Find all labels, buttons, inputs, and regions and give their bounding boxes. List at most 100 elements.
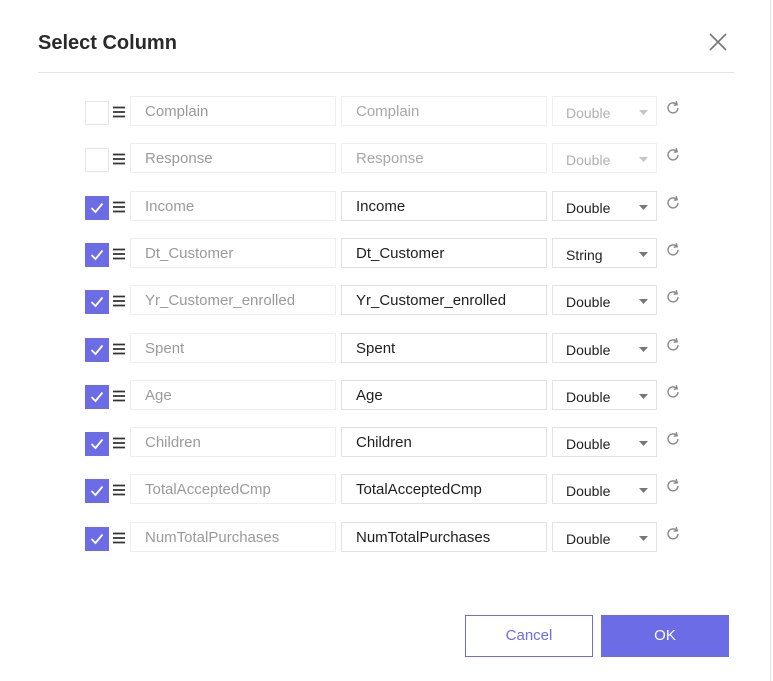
row-checkbox[interactable] xyxy=(85,432,109,457)
column-type-value: Double xyxy=(566,436,611,453)
column-type-select[interactable]: Double xyxy=(552,143,657,174)
checkmark-icon xyxy=(90,297,104,308)
chevron-down-icon xyxy=(639,441,648,447)
reset-icon[interactable] xyxy=(665,384,681,400)
chevron-down-icon xyxy=(639,299,648,305)
column-row: Age Age Double xyxy=(85,379,695,416)
column-type-select[interactable]: Double xyxy=(552,332,657,363)
column-type-value: Double xyxy=(566,483,611,500)
chevron-down-icon xyxy=(639,488,648,494)
reset-icon[interactable] xyxy=(665,100,681,116)
target-column-name-input[interactable]: Yr_Customer_enrolled xyxy=(341,285,547,316)
reset-icon[interactable] xyxy=(665,526,681,542)
checkmark-icon xyxy=(90,391,104,403)
column-type-value: Double xyxy=(566,530,611,547)
column-type-select[interactable]: Double xyxy=(552,96,657,126)
checkmark-icon xyxy=(90,202,104,213)
reset-icon[interactable] xyxy=(665,289,681,305)
row-checkbox[interactable] xyxy=(85,101,109,125)
column-type-select[interactable]: Double xyxy=(552,474,657,505)
drag-handle-icon[interactable] xyxy=(113,436,125,450)
column-type-select[interactable]: Double xyxy=(552,190,657,221)
ok-button[interactable]: OK xyxy=(601,615,729,657)
column-row: Income Income Double xyxy=(85,190,695,227)
drag-handle-icon[interactable] xyxy=(113,200,125,214)
row-checkbox[interactable] xyxy=(85,290,109,315)
column-type-select[interactable]: Double xyxy=(552,521,657,552)
source-column-name: Response xyxy=(130,143,336,174)
drag-handle-icon[interactable] xyxy=(113,247,125,261)
column-row: Children Children Double xyxy=(85,427,695,463)
chevron-down-icon xyxy=(639,204,648,210)
row-checkbox[interactable] xyxy=(85,479,109,504)
drag-handle-icon[interactable] xyxy=(113,531,125,545)
row-checkbox[interactable] xyxy=(85,195,109,220)
column-type-value: String xyxy=(566,246,603,263)
drag-handle-icon[interactable] xyxy=(113,294,125,308)
source-column-name: Income xyxy=(130,190,336,221)
column-type-value: Double xyxy=(566,341,611,358)
reset-icon[interactable] xyxy=(665,478,681,494)
row-checkbox[interactable] xyxy=(85,384,109,409)
reset-icon[interactable] xyxy=(665,147,681,163)
column-type-select[interactable]: String xyxy=(552,237,657,268)
target-column-name-input[interactable]: NumTotalPurchases xyxy=(341,521,547,552)
column-row: TotalAcceptedCmp TotalAcceptedCmp Double xyxy=(85,474,695,510)
source-column-name: Dt_Customer xyxy=(130,237,336,268)
target-column-name-input[interactable]: Children xyxy=(341,427,547,458)
chevron-down-icon xyxy=(639,346,648,352)
column-row: Yr_Customer_enrolled Yr_Customer_enrolled… xyxy=(85,285,695,321)
chevron-down-icon xyxy=(639,393,648,399)
drag-handle-icon[interactable] xyxy=(113,342,125,356)
reset-icon[interactable] xyxy=(665,431,681,447)
source-column-name: NumTotalPurchases xyxy=(130,521,336,552)
checkmark-icon xyxy=(90,344,104,355)
select-column-dialog: Select Column Complain Complain Double Resp… xyxy=(0,0,771,681)
column-type-select[interactable]: Double xyxy=(552,379,657,410)
column-type-value: Double xyxy=(566,199,611,216)
checkmark-icon xyxy=(90,439,104,450)
drag-handle-icon[interactable] xyxy=(113,389,125,403)
column-row: Response Response Double xyxy=(85,143,695,179)
target-column-name-input[interactable]: Age xyxy=(341,379,547,410)
row-checkbox[interactable] xyxy=(85,242,109,267)
target-column-name-input[interactable]: Response xyxy=(341,143,547,174)
reset-icon[interactable] xyxy=(665,195,681,211)
reset-icon[interactable] xyxy=(665,337,681,353)
target-column-name-input[interactable]: Spent xyxy=(341,332,547,363)
source-column-name: Age xyxy=(130,379,336,410)
source-column-name: Yr_Customer_enrolled xyxy=(130,285,336,316)
checkmark-icon xyxy=(90,533,104,545)
row-checkbox[interactable] xyxy=(85,337,109,362)
source-column-name: TotalAcceptedCmp xyxy=(130,474,336,505)
target-column-name-input[interactable]: Complain xyxy=(341,96,547,126)
column-type-value: Double xyxy=(566,388,611,405)
chevron-down-icon xyxy=(639,110,648,115)
target-column-name-input[interactable]: TotalAcceptedCmp xyxy=(341,474,547,505)
close-icon xyxy=(709,33,727,51)
column-row: Spent Spent Double xyxy=(85,332,695,369)
checkmark-icon xyxy=(90,249,104,261)
row-checkbox[interactable] xyxy=(85,526,109,551)
reset-icon[interactable] xyxy=(665,242,681,258)
checkmark-icon xyxy=(90,486,104,497)
target-column-name-input[interactable]: Dt_Customer xyxy=(341,237,547,268)
row-checkbox[interactable] xyxy=(85,148,109,173)
dialog-header: Select Column xyxy=(38,30,732,58)
column-row: NumTotalPurchases NumTotalPurchases Double xyxy=(85,521,695,558)
column-type-value: Double xyxy=(566,294,611,311)
column-type-select[interactable]: Double xyxy=(552,427,657,458)
column-type-value: Double xyxy=(566,152,611,169)
dialog-title: Select Column xyxy=(38,32,177,54)
target-column-name-input[interactable]: Income xyxy=(341,190,547,221)
cancel-button[interactable]: Cancel xyxy=(465,615,593,657)
drag-handle-icon[interactable] xyxy=(113,105,125,119)
drag-handle-icon[interactable] xyxy=(113,483,125,497)
source-column-name: Spent xyxy=(130,332,336,363)
source-column-name: Children xyxy=(130,427,336,458)
close-button[interactable] xyxy=(706,30,730,54)
drag-handle-icon[interactable] xyxy=(113,152,125,166)
column-type-select[interactable]: Double xyxy=(552,285,657,316)
column-row: Dt_Customer Dt_Customer String xyxy=(85,237,695,274)
column-type-value: Double xyxy=(566,105,611,121)
